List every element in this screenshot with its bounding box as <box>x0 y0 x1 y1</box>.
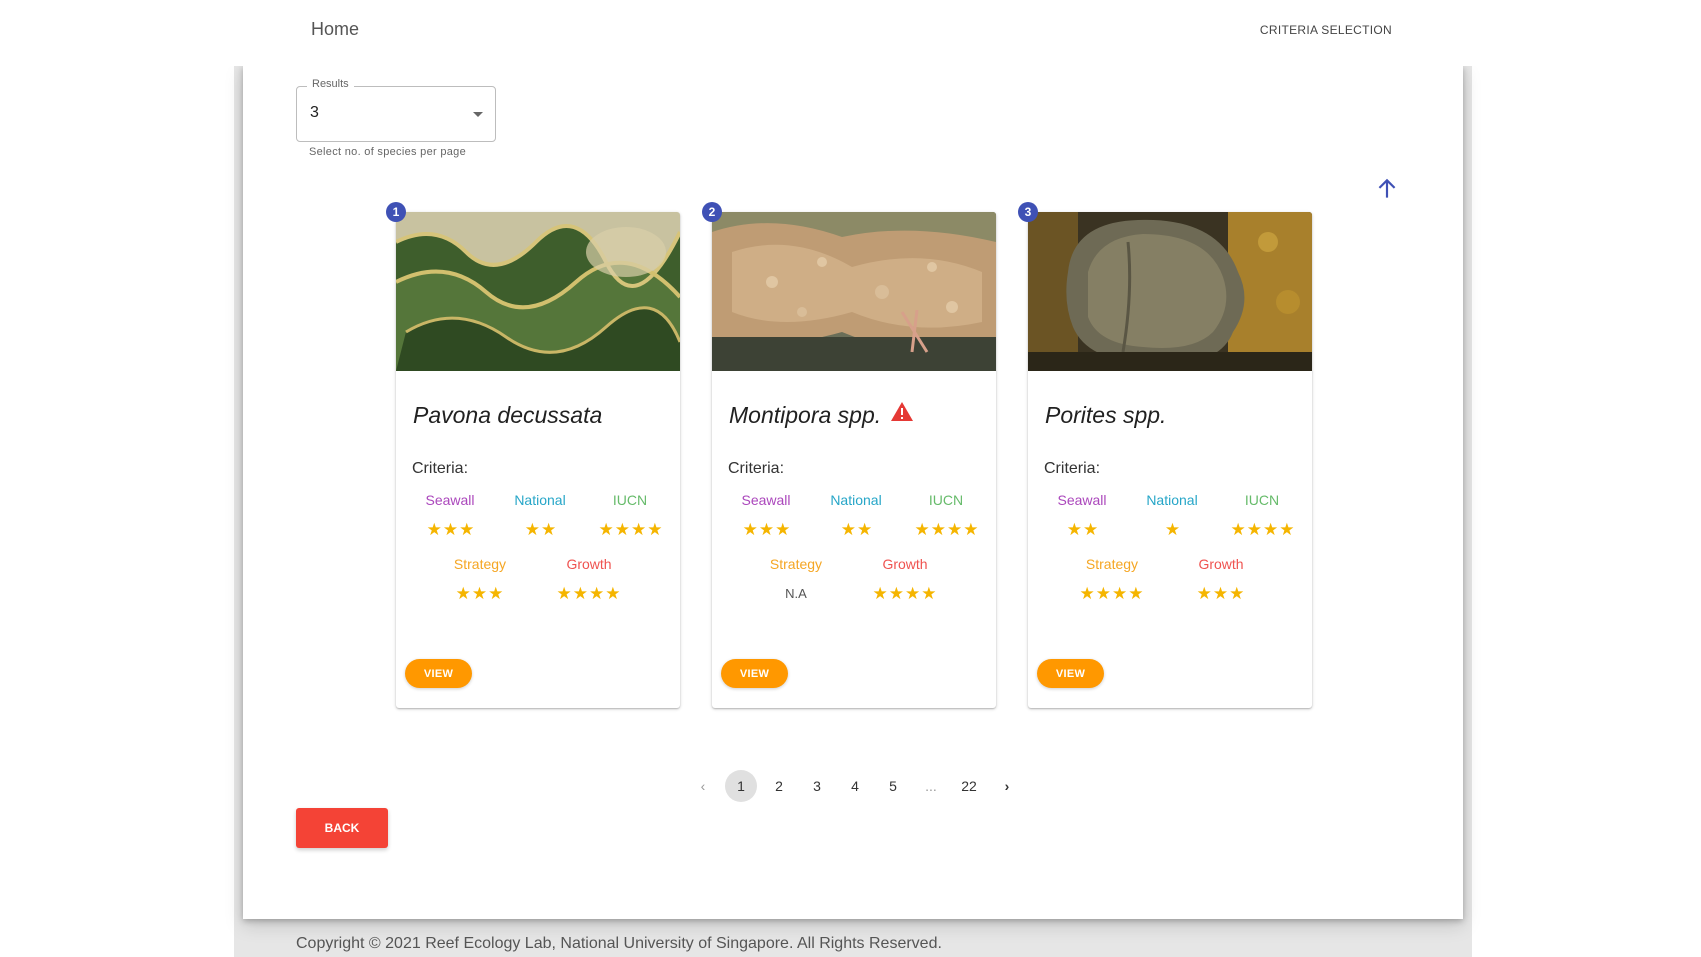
iucn-rating-stars: ★★★★ <box>1230 520 1296 539</box>
growth-rating-stars: ★★★ <box>1196 584 1246 603</box>
strategy-label: Strategy <box>453 556 507 572</box>
warning-icon <box>891 400 914 427</box>
species-card: 1 Pavona decussata Criteria: Seawall Nat… <box>386 202 680 708</box>
results-select-value: 3 <box>310 104 319 121</box>
nav-criteria-selection-link[interactable]: CRITERIA SELECTION <box>1260 23 1392 37</box>
caret-down-icon <box>473 112 483 117</box>
arrow-up-icon[interactable] <box>1374 176 1400 202</box>
back-button[interactable]: BACK <box>296 808 388 848</box>
page-button[interactable]: 22 <box>953 770 985 802</box>
criteria-heading: Criteria: <box>412 460 469 477</box>
strategy-not-available: N.A <box>785 586 807 601</box>
growth-rating-stars: ★★★★ <box>556 584 622 603</box>
chevron-left-icon[interactable]: ‹ <box>687 770 719 802</box>
strategy-rating-stars: ★★★★ <box>1079 584 1145 603</box>
view-species-button[interactable]: VIEW <box>405 659 472 688</box>
growth-label: Growth <box>1198 556 1244 572</box>
footer-copyright: Copyright © 2021 Reef Ecology Lab, Natio… <box>296 935 942 952</box>
page-button[interactable]: 5 <box>877 770 909 802</box>
card-index-badge: 3 <box>1018 202 1038 222</box>
iucn-rating-stars: ★★★★ <box>598 520 664 539</box>
results-per-page-select[interactable]: Results 3 <box>296 78 496 142</box>
iucn-rating-stars: ★★★★ <box>914 520 980 539</box>
strategy-label: Strategy <box>1085 556 1139 572</box>
national-label: National <box>514 492 566 508</box>
growth-label: Growth <box>882 556 928 572</box>
iucn-label: IUCN <box>1244 492 1280 508</box>
results-helper-text: Select no. of species per page <box>309 146 466 158</box>
nav-home-link[interactable]: Home <box>311 19 359 40</box>
seawall-label: Seawall <box>741 492 791 508</box>
national-label: National <box>1146 492 1198 508</box>
iucn-label: IUCN <box>612 492 648 508</box>
growth-rating-stars: ★★★★ <box>872 584 938 603</box>
criteria-heading: Criteria: <box>728 460 785 477</box>
national-label: National <box>830 492 882 508</box>
pagination-ellipsis: ... <box>925 778 937 794</box>
strategy-label: Strategy <box>769 556 823 572</box>
view-species-button[interactable]: VIEW <box>1037 659 1104 688</box>
card-index-badge: 1 <box>386 202 406 222</box>
species-name: Porites spp. <box>1045 402 1167 428</box>
view-species-button[interactable]: VIEW <box>721 659 788 688</box>
seawall-label: Seawall <box>425 492 475 508</box>
page-button[interactable]: 2 <box>763 770 795 802</box>
top-app-bar: Home CRITERIA SELECTION <box>0 0 1701 66</box>
species-photo[interactable] <box>1028 212 1312 371</box>
results-select-label: Results <box>307 78 354 90</box>
criteria-heading: Criteria: <box>1044 460 1101 477</box>
species-name: Pavona decussata <box>413 402 603 428</box>
species-card: 2 Montipora spp. Criteria: Seawall Natio… <box>702 202 996 708</box>
iucn-label: IUCN <box>928 492 964 508</box>
strategy-rating-stars: ★★★ <box>455 584 505 603</box>
chevron-right-icon[interactable]: › <box>991 770 1023 802</box>
page-button[interactable]: 3 <box>801 770 833 802</box>
species-photo[interactable] <box>712 212 996 371</box>
species-photo[interactable] <box>396 212 680 371</box>
species-name: Montipora spp. <box>729 400 914 429</box>
card-index-badge: 2 <box>702 202 722 222</box>
page-button[interactable]: 1 <box>725 770 757 802</box>
seawall-label: Seawall <box>1057 492 1107 508</box>
growth-label: Growth <box>566 556 612 572</box>
page-button[interactable]: 4 <box>839 770 871 802</box>
species-card: 3 Porites spp. Criteria: Seawall Nationa… <box>1018 202 1312 708</box>
